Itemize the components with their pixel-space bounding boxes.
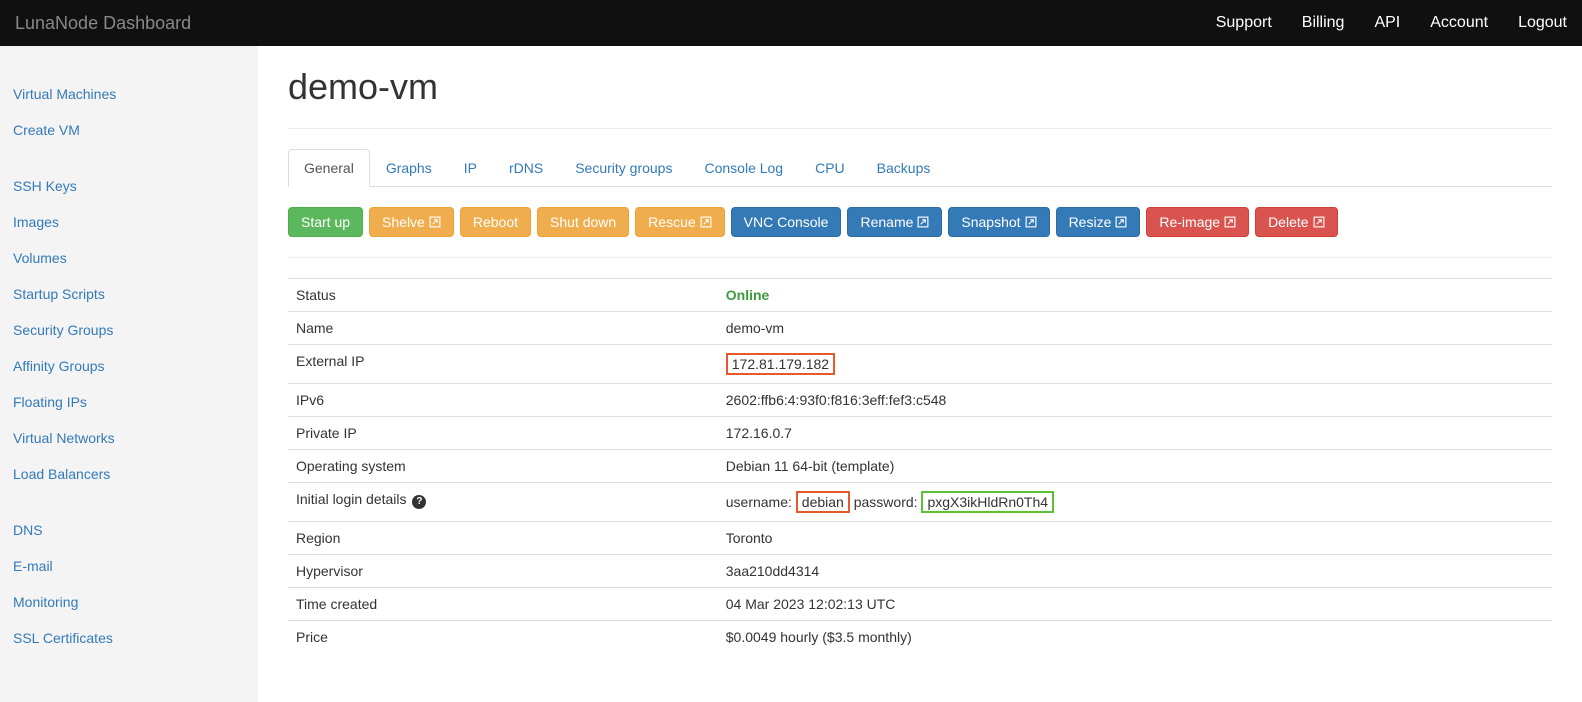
value-price: $0.0049 hourly ($3.5 monthly) <box>718 621 1552 654</box>
sidebar-item-startup-scripts[interactable]: Startup Scripts <box>13 276 245 312</box>
snapshot-button[interactable]: Snapshot <box>948 207 1049 237</box>
value-status: Online <box>726 287 770 303</box>
sidebar-item-security-groups[interactable]: Security Groups <box>13 312 245 348</box>
tab-general[interactable]: General <box>288 149 370 187</box>
label-name: Name <box>288 312 718 345</box>
tab-rdns[interactable]: rDNS <box>493 149 559 187</box>
sidebar-item-images[interactable]: Images <box>13 204 245 240</box>
label-price: Price <box>288 621 718 654</box>
value-region: Toronto <box>718 522 1552 555</box>
re-image-button[interactable]: Re-image <box>1146 207 1249 237</box>
nav-link-api[interactable]: API <box>1374 14 1400 32</box>
resize-button[interactable]: Resize <box>1056 207 1141 237</box>
row-os: Operating system Debian 11 64-bit (templ… <box>288 450 1552 483</box>
tab-security-groups[interactable]: Security groups <box>559 149 688 187</box>
value-login: username: debian password: pxgX3ikHldRn0… <box>718 483 1552 522</box>
sidebar-item-e-mail[interactable]: E-mail <box>13 548 245 584</box>
external-link-icon <box>700 216 712 228</box>
tab-ip[interactable]: IP <box>448 149 493 187</box>
tabs: GeneralGraphsIPrDNSSecurity groupsConsol… <box>288 149 1552 187</box>
sidebar-item-virtual-machines[interactable]: Virtual Machines <box>13 76 245 112</box>
external-link-icon <box>1313 216 1325 228</box>
nav-link-support[interactable]: Support <box>1216 14 1272 32</box>
external-link-icon <box>429 216 441 228</box>
divider <box>288 128 1552 129</box>
label-status: Status <box>288 279 718 312</box>
sidebar-item-affinity-groups[interactable]: Affinity Groups <box>13 348 245 384</box>
value-hypervisor: 3aa210dd4314 <box>718 555 1552 588</box>
sidebar-item-dns[interactable]: DNS <box>13 512 245 548</box>
action-bar: Start upShelveRebootShut downRescueVNC C… <box>288 207 1552 237</box>
shut-down-button[interactable]: Shut down <box>537 207 629 237</box>
row-ipv6: IPv6 2602:ffb6:4:93f0:f816:3eff:fef3:c54… <box>288 384 1552 417</box>
value-external-ip: 172.81.179.182 <box>726 353 835 375</box>
label-login: Initial login details ? <box>288 483 718 522</box>
tab-graphs[interactable]: Graphs <box>370 149 448 187</box>
login-username: debian <box>796 491 850 513</box>
page-title: demo-vm <box>288 66 1552 108</box>
rescue-button[interactable]: Rescue <box>635 207 724 237</box>
main-content: demo-vm GeneralGraphsIPrDNSSecurity grou… <box>258 46 1582 702</box>
nav-link-logout[interactable]: Logout <box>1518 14 1567 32</box>
sidebar-group-2: SSH KeysImagesVolumesStartup ScriptsSecu… <box>13 168 245 492</box>
sidebar-item-load-balancers[interactable]: Load Balancers <box>13 456 245 492</box>
value-created: 04 Mar 2023 12:02:13 UTC <box>718 588 1552 621</box>
external-link-icon <box>1115 216 1127 228</box>
value-name: demo-vm <box>718 312 1552 345</box>
label-external-ip: External IP <box>288 345 718 384</box>
sidebar-item-ssl-certificates[interactable]: SSL Certificates <box>13 620 245 656</box>
navbar-brand[interactable]: LunaNode Dashboard <box>15 13 191 34</box>
rename-button[interactable]: Rename <box>847 207 942 237</box>
sidebar-item-create-vm[interactable]: Create VM <box>13 112 245 148</box>
sidebar: Virtual MachinesCreate VM SSH KeysImages… <box>0 46 258 702</box>
sidebar-item-virtual-networks[interactable]: Virtual Networks <box>13 420 245 456</box>
tab-backups[interactable]: Backups <box>861 149 947 187</box>
row-external-ip: External IP 172.81.179.182 <box>288 345 1552 384</box>
login-password: pxgX3ikHldRn0Th4 <box>921 491 1054 513</box>
label-created: Time created <box>288 588 718 621</box>
row-private-ip: Private IP 172.16.0.7 <box>288 417 1552 450</box>
label-region: Region <box>288 522 718 555</box>
row-name: Name demo-vm <box>288 312 1552 345</box>
label-hypervisor: Hypervisor <box>288 555 718 588</box>
row-status: Status Online <box>288 279 1552 312</box>
navbar-links: Support Billing API Account Logout <box>1216 14 1567 32</box>
navbar: LunaNode Dashboard Support Billing API Acco… <box>0 0 1582 46</box>
shelve-button[interactable]: Shelve <box>369 207 454 237</box>
external-link-icon <box>917 216 929 228</box>
external-link-icon <box>1224 216 1236 228</box>
sidebar-item-monitoring[interactable]: Monitoring <box>13 584 245 620</box>
nav-link-billing[interactable]: Billing <box>1302 14 1345 32</box>
value-ipv6: 2602:ffb6:4:93f0:f816:3eff:fef3:c548 <box>718 384 1552 417</box>
external-link-icon <box>1025 216 1037 228</box>
tab-console-log[interactable]: Console Log <box>688 149 799 187</box>
sidebar-group-3: DNSE-mailMonitoringSSL Certificates <box>13 512 245 656</box>
sidebar-item-ssh-keys[interactable]: SSH Keys <box>13 168 245 204</box>
label-os: Operating system <box>288 450 718 483</box>
row-region: Region Toronto <box>288 522 1552 555</box>
details-table: Status Online Name demo-vm External IP 1… <box>288 278 1552 653</box>
delete-button[interactable]: Delete <box>1255 207 1337 237</box>
value-private-ip: 172.16.0.7 <box>718 417 1552 450</box>
value-os: Debian 11 64-bit (template) <box>718 450 1552 483</box>
label-private-ip: Private IP <box>288 417 718 450</box>
reboot-button[interactable]: Reboot <box>460 207 531 237</box>
sidebar-item-volumes[interactable]: Volumes <box>13 240 245 276</box>
help-icon[interactable]: ? <box>412 495 426 509</box>
row-hypervisor: Hypervisor 3aa210dd4314 <box>288 555 1552 588</box>
start-up-button[interactable]: Start up <box>288 207 363 237</box>
row-created: Time created 04 Mar 2023 12:02:13 UTC <box>288 588 1552 621</box>
divider <box>288 257 1552 258</box>
row-login: Initial login details ? username: debian… <box>288 483 1552 522</box>
nav-link-account[interactable]: Account <box>1430 14 1488 32</box>
row-price: Price $0.0049 hourly ($3.5 monthly) <box>288 621 1552 654</box>
label-ipv6: IPv6 <box>288 384 718 417</box>
sidebar-group-1: Virtual MachinesCreate VM <box>13 76 245 148</box>
tab-cpu[interactable]: CPU <box>799 149 861 187</box>
sidebar-item-floating-ips[interactable]: Floating IPs <box>13 384 245 420</box>
vnc-console-button[interactable]: VNC Console <box>731 207 842 237</box>
